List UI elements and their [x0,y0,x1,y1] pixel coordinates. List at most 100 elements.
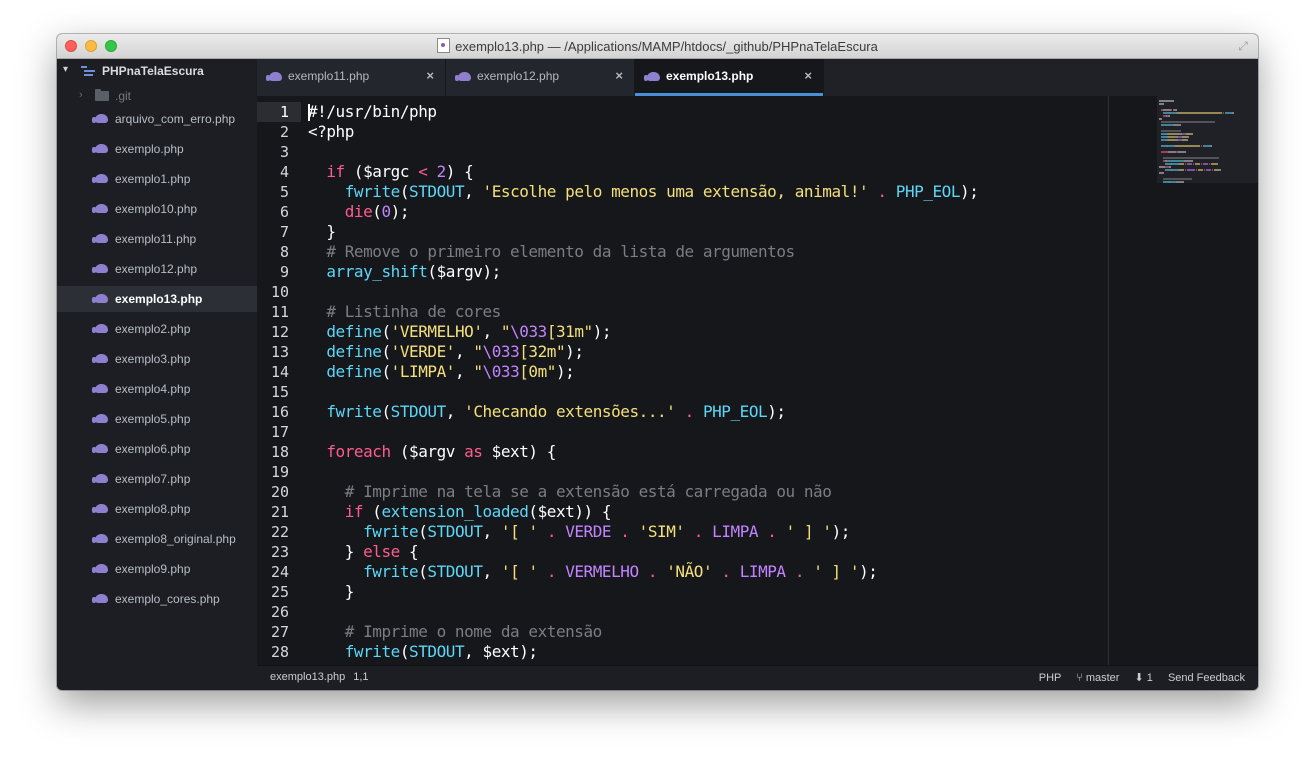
minimap-line [1174,109,1177,111]
code-line[interactable] [308,422,978,442]
minimap[interactable] [1157,96,1258,665]
code-token: . [546,522,557,541]
status-syntax[interactable]: PHP [1039,672,1061,684]
sidebar-file-item[interactable]: exemplo8_original.php [57,526,257,552]
fullscreen-icon[interactable]: ⤢ [1236,39,1250,53]
sidebar-file-item[interactable]: exemplo8.php [57,496,257,522]
code-line[interactable]: } [308,222,978,242]
status-position[interactable]: 1,1 [353,671,368,683]
sidebar-file-item[interactable]: exemplo9.php [57,556,257,582]
minimap-line [1161,130,1181,132]
code-line[interactable]: define('VERMELHO', "\033[31m"); [308,322,978,342]
code-token: , $ext); [464,642,538,661]
code-line[interactable]: if ($argc < 2) { [308,162,978,182]
php-file-icon [92,174,108,183]
code-token: VERMELHO [565,562,639,581]
code-line[interactable]: define('VERDE', "\033[32m"); [308,342,978,362]
code-line[interactable]: array_shift($argv); [308,262,978,282]
tab-exemplo12[interactable]: exemplo12.php × [446,59,635,96]
code-token: define [326,362,382,381]
sidebar: ▾ PHPnaTelaEscura › .git arquivo_com_err… [57,59,257,690]
code-token: ' ] ' [813,562,860,581]
sidebar-file-item[interactable]: exemplo4.php [57,376,257,402]
minimap-line [1161,124,1173,126]
sidebar-file-item[interactable]: exemplo6.php [57,436,257,462]
sidebar-file-item[interactable]: exemplo7.php [57,466,257,492]
code-line[interactable]: foreach ($argv as $ext) { [308,442,978,462]
send-feedback-link[interactable]: Send Feedback [1168,672,1245,684]
code-line[interactable]: fwrite(STDOUT, $ext); [308,642,978,662]
code-line[interactable]: die(0); [308,202,978,222]
sidebar-file-item[interactable]: exemplo12.php [57,256,257,282]
code-area[interactable]: #!/usr/bin/php <?php if ($argc < 2) { fwr… [308,102,979,662]
minimap-line [1161,151,1168,153]
code-line[interactable] [308,282,978,302]
code-token: 0 [381,202,391,221]
code-line[interactable]: } [308,582,978,602]
file-label: exemplo8_original.php [115,532,236,546]
file-label: exemplo7.php [115,472,191,486]
line-number: 16 [270,403,289,421]
sidebar-item-git[interactable]: › .git [57,84,257,108]
close-tab-icon[interactable]: × [804,68,812,83]
status-file: exemplo13.php [270,671,346,683]
status-branch[interactable]: ⑂ master [1076,672,1119,684]
sidebar-file-item[interactable]: exemplo2.php [57,316,257,342]
sidebar-file-item[interactable]: exemplo.php [57,136,257,162]
sidebar-file-item[interactable]: exemplo3.php [57,346,257,372]
code-line[interactable]: fwrite(STDOUT, 'Checando extensões...' .… [308,402,978,422]
sidebar-file-item[interactable]: exemplo5.php [57,406,257,432]
code-line[interactable]: fwrite(STDOUT, 'Escolhe pelo menos uma e… [308,182,979,202]
code-line[interactable]: fwrite(STDOUT, '[ ' . VERDE . 'SIM' . LI… [308,522,978,542]
code-token: { [399,542,419,561]
code-token: if [344,502,364,521]
sidebar-file-item[interactable]: exemplo10.php [57,196,257,222]
code-line[interactable]: define('LIMPA', "\033[0m"); [308,362,978,382]
sidebar-file-item[interactable]: exemplo11.php [57,226,257,252]
line-number-gutter: 1 2 3 4 5 6 7 8 9 10 11 12 13 14 15 16 17 18 19 20 21 22 23 24 2… [257,102,301,662]
code-line[interactable]: # Listinha de cores [308,302,978,322]
code-line[interactable]: fwrite(STDOUT, '[ ' . VERMELHO . 'NÃO' .… [308,562,978,582]
line-number: 12 [270,323,289,341]
code-token: $ext) { [482,442,557,461]
code-editor[interactable]: 1 2 3 4 5 6 7 8 9 10 11 12 13 14 15 16 17 18 19 20 21 22 23 24 2… [257,96,1258,665]
code-token: '[ ' [500,522,538,541]
close-tab-icon[interactable]: × [426,68,434,83]
status-behind[interactable]: ⬇ 1 [1135,672,1153,684]
chevron-down-icon: ▾ [63,64,69,75]
tab-exemplo13[interactable]: exemplo13.php × [635,59,824,96]
code-line[interactable]: if (extension_loaded($ext)) { [308,502,978,522]
code-line[interactable]: #!/usr/bin/php [308,102,978,122]
code-line[interactable]: # Imprime na tela se a extensão está car… [308,482,978,502]
code-line[interactable]: } else { [308,542,978,562]
code-line[interactable] [308,462,978,482]
line-number: 8 [279,243,289,261]
close-tab-icon[interactable]: × [615,68,623,83]
sidebar-file-item[interactable]: exemplo1.php [57,166,257,192]
php-file-icon [92,594,108,603]
sidebar-file-item[interactable]: exemplo_cores.php [57,586,257,612]
sidebar-project-root[interactable]: ▾ PHPnaTelaEscura [57,59,257,84]
minimap-line [1196,169,1197,171]
code-token: 2 [436,162,447,181]
sidebar-file-item[interactable]: exemplo13.php [57,286,257,312]
code-line[interactable] [308,602,978,622]
code-line[interactable] [308,382,978,402]
sidebar-file-item[interactable]: arquivo_com_erro.php [57,106,257,132]
code-line[interactable]: <?php [308,122,978,142]
code-line[interactable] [308,142,978,162]
code-line[interactable]: # Remove o primeiro elemento da lista de… [308,242,978,262]
code-line[interactable]: # Imprime o nome da extensão [308,622,978,642]
line-number: 1 [257,102,301,122]
line-number: 4 [279,163,289,181]
tab-exemplo11[interactable]: exemplo11.php × [257,59,446,96]
